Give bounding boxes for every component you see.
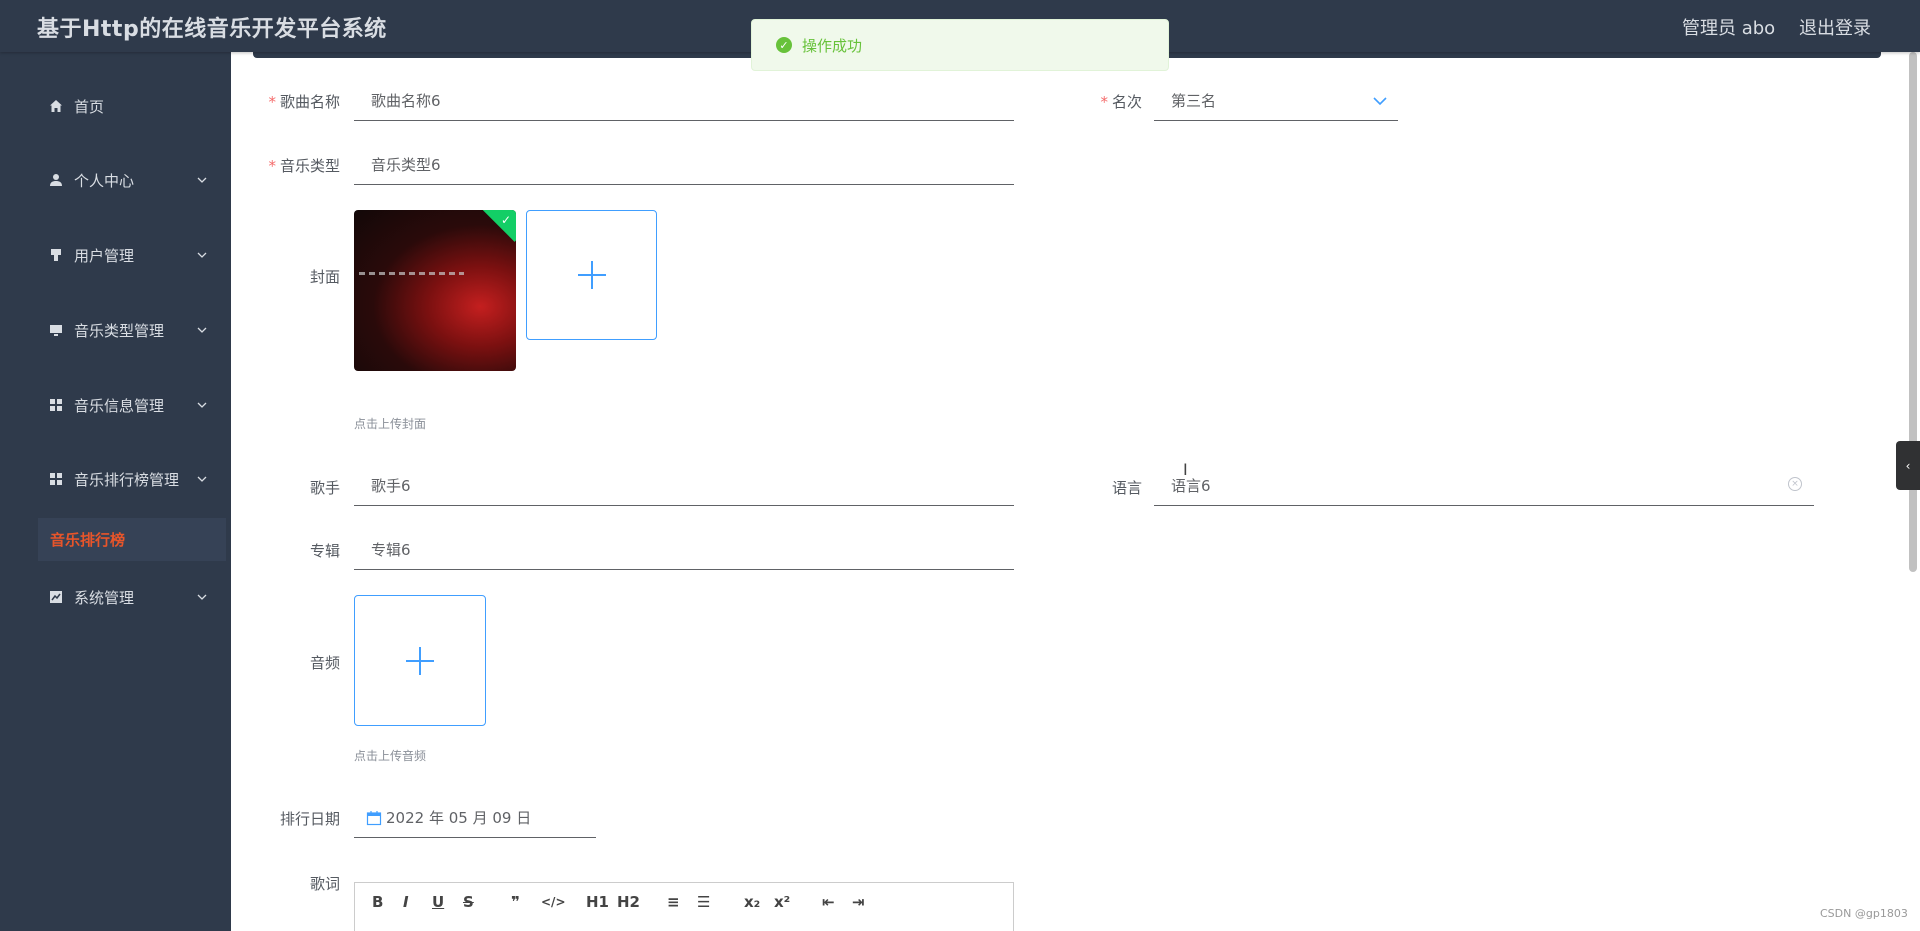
strike-button[interactable]: S <box>463 893 474 911</box>
music-type-input[interactable]: 音乐类型6 <box>354 145 1014 185</box>
sidebar-item-label: 音乐信息管理 <box>74 396 165 415</box>
sidebar-item-music-info[interactable]: 音乐信息管理 <box>48 390 208 420</box>
sidebar-item-label: 用户管理 <box>74 246 135 265</box>
cover-label: 封面 <box>309 268 340 286</box>
sidebar-item-users[interactable]: 用户管理 <box>48 240 208 270</box>
user-icon <box>48 172 64 188</box>
chevron-left-icon: ‹ <box>1905 458 1911 473</box>
song-name-input[interactable]: 歌曲名称6 <box>354 81 1014 121</box>
subscript-button[interactable]: x₂ <box>744 893 760 911</box>
collapse-panel-button[interactable]: ‹ <box>1896 441 1920 490</box>
superscript-button[interactable]: x² <box>774 893 790 911</box>
sidebar-item-label: 首页 <box>74 97 105 116</box>
toast-message: 操作成功 <box>802 36 863 55</box>
lyrics-editor[interactable]: B I U S ❞ </> H1 H2 ≡ ☰ x₂ x² ⇤ ⇥ <box>354 882 1014 931</box>
italic-button[interactable]: I <box>403 893 409 911</box>
h1-button[interactable]: H1 <box>586 893 609 911</box>
sidebar-subitem-label: 音乐排行榜 <box>50 531 126 549</box>
app-title: 基于Http的在线音乐开发平台系统 <box>37 17 387 42</box>
audio-label: 音频 <box>309 654 340 672</box>
bullet-list-button[interactable]: ☰ <box>697 893 710 911</box>
sidebar-item-label: 个人中心 <box>74 171 135 190</box>
language-input[interactable]: 语言6 <box>1154 466 1814 506</box>
success-toast: ✓ 操作成功 <box>751 19 1169 71</box>
page-scrollbar[interactable] <box>1906 52 1920 572</box>
monitor-icon <box>48 322 64 338</box>
lyrics-label: 歌词 <box>309 875 340 893</box>
check-circle-icon: ✓ <box>776 37 792 53</box>
sidebar-item-home[interactable]: 首页 <box>48 91 208 121</box>
grid-icon <box>48 471 64 487</box>
indent-button[interactable]: ⇥ <box>852 893 865 911</box>
text-cursor-icon: I <box>1183 460 1188 479</box>
required-mark: * <box>1100 93 1108 111</box>
chevron-down-icon <box>1373 97 1387 106</box>
rank-select[interactable]: 第三名 <box>1154 81 1398 121</box>
outdent-button[interactable]: ⇤ <box>822 893 835 911</box>
chevron-down-icon <box>197 594 207 600</box>
check-icon: ✓ <box>500 213 511 227</box>
album-label: 专辑 <box>309 542 340 560</box>
chevron-down-icon <box>197 402 207 408</box>
rank-date-label: 排行日期 <box>279 810 340 828</box>
song-name-label: * 歌曲名称 <box>268 93 340 111</box>
code-button[interactable]: </> <box>541 895 566 909</box>
users-icon <box>48 247 64 263</box>
cover-upload-button[interactable] <box>526 210 657 340</box>
rank-date-value: 2022 年 05 月 09 日 <box>386 809 532 827</box>
sidebar-item-label: 系统管理 <box>74 588 135 607</box>
ordered-list-button[interactable]: ≡ <box>667 893 680 911</box>
singer-input[interactable]: 歌手6 <box>354 466 1014 506</box>
chart-icon <box>48 589 64 605</box>
sidebar-item-label: 音乐排行榜管理 <box>74 470 180 489</box>
clear-icon[interactable]: × <box>1788 477 1802 491</box>
quote-button[interactable]: ❞ <box>511 893 520 911</box>
music-type-label: * 音乐类型 <box>268 157 340 175</box>
sidebar-subitem-ranking-active[interactable]: 音乐排行榜 <box>38 518 226 561</box>
chevron-down-icon <box>197 177 207 183</box>
admin-label: 管理员 abo <box>1682 18 1776 39</box>
required-mark: * <box>268 93 276 111</box>
required-mark: * <box>268 157 276 175</box>
sidebar-item-label: 音乐类型管理 <box>74 321 165 340</box>
cover-image[interactable]: ✓ <box>354 210 516 371</box>
underline-button[interactable]: U <box>432 893 444 911</box>
grid-icon <box>48 397 64 413</box>
sidebar-item-system[interactable]: 系统管理 <box>48 582 208 612</box>
rank-date-picker[interactable]: 2022 年 05 月 09 日 <box>354 798 596 838</box>
logout-link[interactable]: 退出登录 <box>1799 14 1871 40</box>
cover-decoration <box>359 272 464 275</box>
audio-upload-button[interactable] <box>354 595 486 726</box>
chevron-down-icon <box>197 327 207 333</box>
chevron-down-icon <box>197 476 207 482</box>
rank-label: * 名次 <box>1100 93 1142 111</box>
rank-select-value: 第三名 <box>1171 92 1217 110</box>
sidebar-item-music-type[interactable]: 音乐类型管理 <box>48 315 208 345</box>
calendar-icon <box>366 810 382 825</box>
h2-button[interactable]: H2 <box>617 893 640 911</box>
language-label: 语言 <box>1111 479 1142 497</box>
sidebar-item-personal[interactable]: 个人中心 <box>48 165 208 195</box>
watermark: CSDN @gp1803 <box>1820 907 1908 920</box>
sidebar-item-music-ranking[interactable]: 音乐排行榜管理 <box>48 464 208 494</box>
chevron-down-icon <box>197 252 207 258</box>
home-icon <box>48 98 64 114</box>
singer-label: 歌手 <box>309 479 340 497</box>
bold-button[interactable]: B <box>372 893 383 911</box>
scrollbar-thumb[interactable] <box>1909 52 1917 572</box>
audio-hint: 点击上传音频 <box>354 749 427 763</box>
cover-hint: 点击上传封面 <box>354 417 427 431</box>
album-input[interactable]: 专辑6 <box>354 530 1014 570</box>
